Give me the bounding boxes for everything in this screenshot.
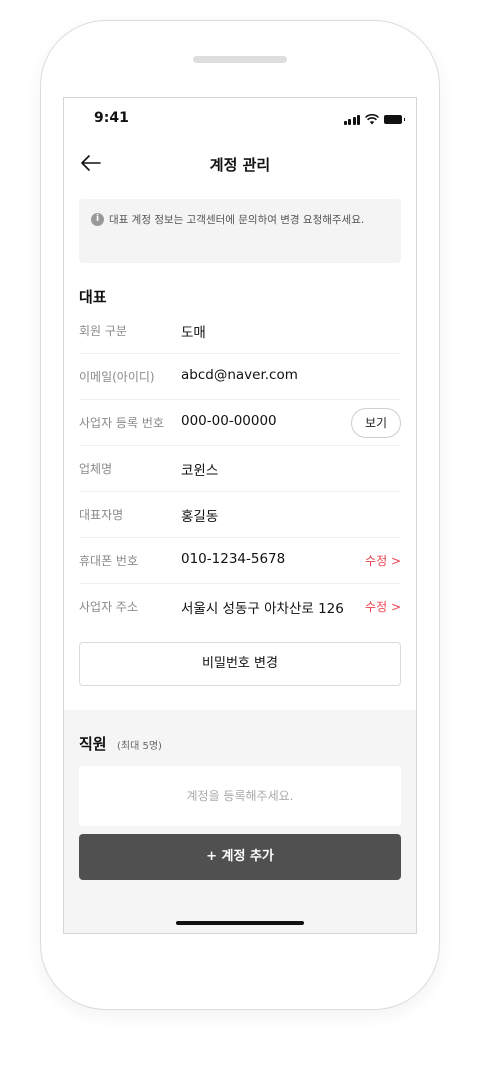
row-value: 000-00-00000 (181, 413, 277, 429)
row-label: 휴대폰 번호 (79, 554, 139, 568)
phone-speaker (193, 56, 287, 63)
notice-text: 대표 계정 정보는 고객센터에 문의하여 변경 요청해주세요. (109, 214, 365, 226)
wifi-icon (365, 114, 379, 125)
row-value: 코윈스 (181, 463, 219, 479)
row-label: 대표자명 (79, 508, 124, 522)
page-title: 계정 관리 (209, 156, 271, 174)
row-value: 서울시 성동구 아차산로 126 (181, 601, 344, 617)
status-bar: 9:41 (64, 98, 416, 142)
add-account-button[interactable]: + 계정 추가 (79, 834, 401, 880)
section-title-representative: 대표 (79, 288, 107, 306)
status-time: 9:41 (94, 110, 129, 126)
row-label: 이메일(아이디) (79, 370, 155, 384)
info-row-ceo-name: 대표자명 홍길동 (79, 492, 401, 538)
header: 계정 관리 (64, 142, 416, 186)
info-row-business-number: 사업자 등록 번호 000-00-00000 보기 (79, 400, 401, 446)
row-value: 홍길동 (181, 509, 219, 525)
row-value: 도매 (181, 325, 206, 341)
view-business-number-button[interactable]: 보기 (351, 408, 401, 438)
row-value: 010-1234-5678 (181, 551, 286, 567)
edit-address-link[interactable]: 수정 > (365, 598, 401, 615)
representative-info-list: 회원 구분 도매 이메일(아이디) abcd@naver.com 사업자 등록 … (79, 308, 401, 630)
row-label: 사업자 주소 (79, 600, 139, 614)
staff-empty-state: 계정을 등록해주세요. (79, 766, 401, 826)
info-row-phone: 휴대폰 번호 010-1234-5678 수정 > (79, 538, 401, 584)
info-row-member-type: 회원 구분 도매 (79, 308, 401, 354)
change-password-button[interactable]: 비밀번호 변경 (79, 642, 401, 686)
status-icons (343, 114, 405, 125)
staff-limit-note: (최대 5명) (117, 741, 162, 752)
info-row-address: 사업자 주소 서울시 성동구 아차산로 126 수정 > (79, 584, 401, 630)
row-value: abcd@naver.com (181, 367, 298, 383)
battery-icon (384, 115, 405, 124)
staff-section-title: 직원 (79, 735, 107, 753)
info-icon: i (91, 213, 104, 226)
notice-box: i 대표 계정 정보는 고객센터에 문의하여 변경 요청해주세요. (79, 199, 401, 263)
info-row-email: 이메일(아이디) abcd@naver.com (79, 354, 401, 400)
edit-phone-link[interactable]: 수정 > (365, 552, 401, 569)
row-label: 업체명 (79, 462, 113, 476)
row-label: 회원 구분 (79, 324, 127, 338)
app-screen: 9:41 계정 관리 i 대표 계정 정보는 고객센터에 문의하여 변경 요청해… (63, 97, 417, 934)
home-indicator (176, 921, 304, 925)
row-label: 사업자 등록 번호 (79, 416, 164, 430)
info-row-company-name: 업체명 코윈스 (79, 446, 401, 492)
signal-icon (343, 114, 360, 125)
